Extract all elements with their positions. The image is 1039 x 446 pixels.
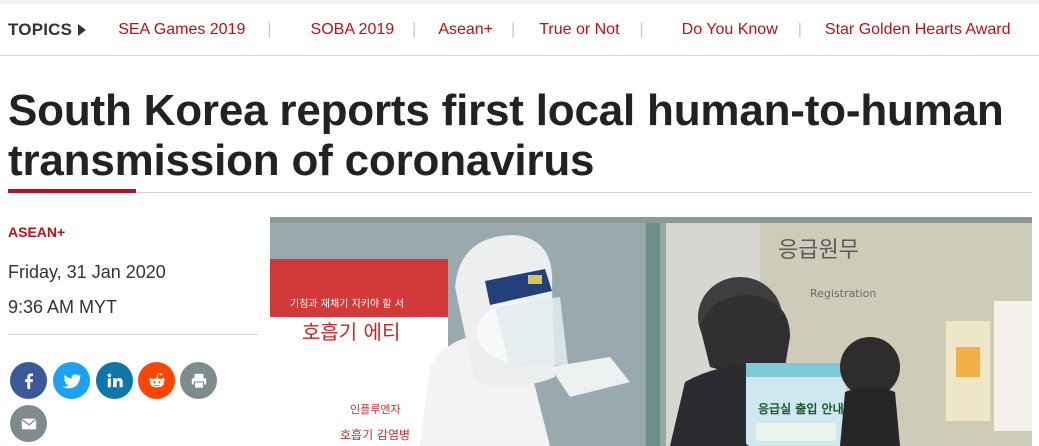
print-button[interactable] <box>180 362 217 399</box>
linkedin-share-button[interactable] <box>96 362 133 399</box>
headline-line-2: transmission of coronavirus <box>8 136 595 185</box>
printer-icon <box>191 373 206 389</box>
meta-divider <box>8 334 258 335</box>
photo-illustration: 기침과 재채기 지키야 할 서 호흡기 에티 인플루엔자 호흡기 감염병 응급원… <box>270 217 1032 446</box>
headline-divider <box>8 192 1032 193</box>
article-category-link[interactable]: ASEAN+ <box>8 224 65 240</box>
headline-line-1: South Korea reports first local human-to… <box>8 86 1004 135</box>
envelope-icon <box>21 418 36 429</box>
article-date: Friday, 31 Jan 2020 <box>8 262 166 282</box>
topic-separator: | <box>639 20 644 38</box>
facebook-icon <box>24 373 33 389</box>
topic-link-true-or-not[interactable]: True or Not <box>539 21 619 39</box>
topic-separator: | <box>511 20 516 38</box>
sign-text-line-2: 호흡기 에티 <box>302 320 400 344</box>
topic-link-star-golden-hearts[interactable]: Star Golden Hearts Award <box>825 21 1011 39</box>
topic-separator: | <box>267 20 272 38</box>
reddit-share-button[interactable] <box>138 362 175 399</box>
linkedin-icon <box>107 373 123 387</box>
topics-label[interactable]: TOPICS <box>8 19 87 40</box>
wall-subtext: Registration <box>810 287 876 300</box>
topic-link-soba[interactable]: SOBA 2019 <box>311 21 395 39</box>
topics-label-text: TOPICS <box>8 19 73 39</box>
sign-text-line-4: 호흡기 감염병 <box>340 428 410 442</box>
topic-link-sea-games[interactable]: SEA Games 2019 <box>118 21 245 39</box>
article-photo[interactable]: 기침과 재채기 지키야 할 서 호흡기 에티 인플루엔자 호흡기 감염병 응급원… <box>270 217 1032 446</box>
topic-link-asean[interactable]: Asean+ <box>438 21 493 39</box>
topics-bar: TOPICS SEA Games 2019 | SOBA 2019 | Asea… <box>0 0 1039 56</box>
topic-link-do-you-know[interactable]: Do You Know <box>682 21 778 39</box>
email-share-button[interactable] <box>10 405 47 442</box>
headline-accent-bar <box>8 189 136 193</box>
article-time: 9:36 AM MYT <box>8 297 118 317</box>
sign-text-line-3: 인플루엔자 <box>350 403 401 416</box>
twitter-share-button[interactable] <box>53 362 90 399</box>
topic-separator: | <box>797 20 802 38</box>
twitter-icon <box>62 373 82 388</box>
topic-list: SEA Games 2019 | SOBA 2019 | Asean+ | Tr… <box>98 21 1010 39</box>
facebook-share-button[interactable] <box>10 362 47 399</box>
topic-separator: | <box>412 20 417 38</box>
sign-text-line-1: 기침과 재채기 지키야 할 서 <box>290 298 404 310</box>
wall-text: 응급원무 <box>778 238 859 263</box>
reddit-icon <box>148 372 165 387</box>
article-headline: South Korea reports first local human-to… <box>8 86 1028 186</box>
caret-right-icon <box>78 23 87 36</box>
notice-title: 응급실 출입 안내 <box>758 401 844 416</box>
